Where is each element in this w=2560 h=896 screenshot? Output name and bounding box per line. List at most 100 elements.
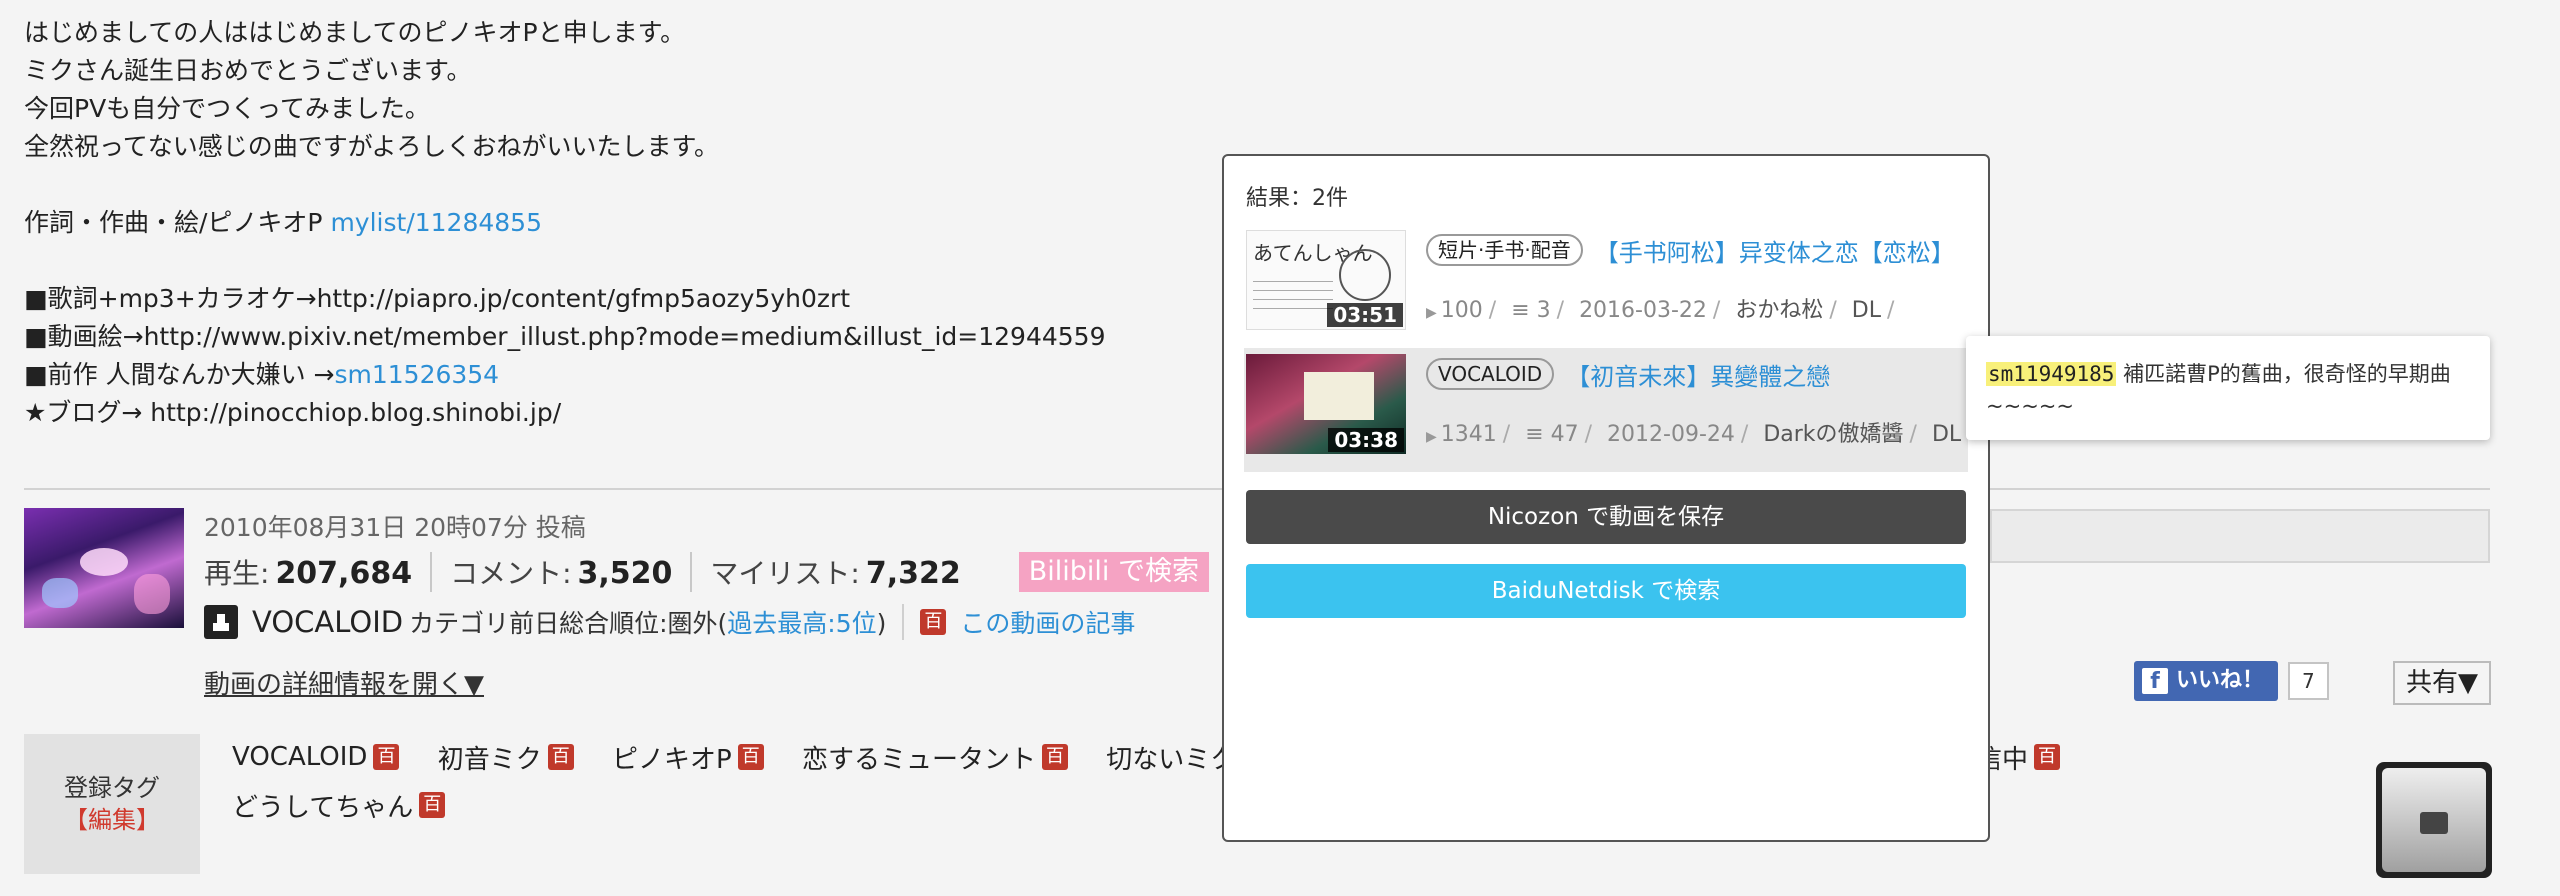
dictionary-icon[interactable]: 百 [920, 609, 947, 635]
play-icon: ▶ [1426, 429, 1437, 445]
duration-badge: 03:38 [1328, 428, 1404, 452]
dictionary-icon[interactable]: 百 [2034, 744, 2061, 770]
lyrics-line: ■歌詞+mp3+カラオケ→http://piapro.jp/content/gf… [24, 284, 851, 313]
tag-item[interactable]: 恋するミュータント百 [802, 736, 1068, 778]
result-category: VOCALOID [1426, 358, 1555, 390]
result-header: VOCALOID 【初音未來】異變體之戀 [1426, 354, 1966, 394]
tag-label[interactable]: 初音ミク [438, 739, 542, 776]
video-thumbnail[interactable] [24, 508, 184, 628]
description-line: ミクさん誕生日おめでとうございます。 [24, 56, 472, 85]
dictionary-icon[interactable]: 百 [737, 744, 764, 770]
dictionary-icon[interactable]: 百 [373, 744, 400, 770]
video-description: はじめましての人ははじめましてのピノキオPと申します。 ミクさん誕生日おめでとう… [24, 14, 1204, 432]
description-line: 全然祝ってない感じの曲ですがよろしくおねがいいたします。 [24, 132, 720, 161]
separator: / [1502, 422, 1511, 447]
baidu-search-button[interactable]: BaiduNetdisk で検索 [1246, 564, 1966, 618]
search-results-popup: 結果：2件 あてんしゃん 03:51 短片·手书·配音 【手书阿松】异变体之恋【… [1222, 154, 1990, 842]
tag-item[interactable]: 初音ミク百 [438, 736, 574, 778]
download-link[interactable]: DL [1852, 298, 1881, 323]
facebook-like-count: 7 [2288, 662, 2329, 700]
tag-item[interactable]: VOCALOID 百 [232, 736, 400, 778]
result-meta: ▶ 1341/ ≡ 47/ 2012-09-24/ Darkの傲嬌醬 / DL [1426, 416, 1966, 448]
separator: / [1740, 422, 1749, 447]
tag-label[interactable]: VOCALOID [232, 742, 367, 772]
duration-badge: 03:51 [1327, 303, 1403, 327]
tooltip-video-id: sm11949185 [1986, 362, 2117, 386]
play-icon: ▶ [1426, 305, 1437, 321]
tag-item[interactable]: 切ないミク [1106, 736, 1236, 778]
bilibili-search-button[interactable]: Bilibili で検索 [1018, 552, 1210, 592]
category-rank: カテゴリ前日総合順位:圏外(過去最高:5位) [409, 604, 886, 640]
result-item[interactable]: あてんしゃん 03:51 短片·手书·配音 【手书阿松】异变体之恋【恋松】 ▶ 1… [1246, 224, 1966, 348]
category-ranking-icon [204, 605, 238, 639]
facebook-like-button[interactable]: f いいね！ [2134, 661, 2279, 701]
edit-tags-button[interactable]: 【編集】 [24, 804, 200, 836]
separator: / [1909, 422, 1917, 447]
result-item[interactable]: 03:38 VOCALOID 【初音未來】異變體之戀 ▶ 1341/ ≡ 47/ … [1244, 348, 1968, 472]
tag-label[interactable]: ピノキオP [612, 739, 732, 776]
tag-item[interactable]: ピノキオP 百 [612, 736, 764, 778]
tv-button-face [2382, 768, 2486, 872]
dictionary-icon[interactable]: 百 [547, 744, 574, 770]
tags-label-text: 登録タグ [64, 774, 160, 802]
result-title-link[interactable]: 【手书阿松】异变体之恋【恋松】 [1595, 233, 1955, 268]
upload-date: 2012-09-24 [1607, 422, 1735, 447]
hidden-panel-bar [1990, 509, 2490, 563]
facebook-like-label: いいね！ [2176, 668, 2265, 693]
result-meta: ▶ 100/ ≡ 3/ 2016-03-22/ おかね松 / DL / [1426, 292, 1966, 324]
share-button[interactable]: 共有▼ [2393, 661, 2491, 705]
danmaku-count: ≡ 47 [1525, 422, 1579, 447]
best-rank-link[interactable]: 過去最高:5位 [727, 609, 876, 638]
comments-stat: コメント: 3,520 [430, 552, 690, 592]
uploader-name[interactable]: おかね松 [1735, 298, 1823, 323]
result-thumbnail[interactable]: あてんしゃん 03:51 [1246, 230, 1406, 330]
credits-line: 作詞・作曲・絵/ピノキオP mylist/11284855 [24, 204, 1204, 242]
details-toggle-link[interactable]: 動画の詳細情報を開く▼ [204, 664, 484, 701]
mylist-stat: マイリスト: 7,322 [690, 552, 978, 592]
category-name: VOCALOID [252, 605, 404, 639]
facebook-like-widget: f いいね！ 7 [2134, 661, 2329, 701]
separator: / [1556, 298, 1565, 323]
tag-label[interactable]: どうしてちゃん [232, 787, 413, 824]
download-link[interactable]: DL [1932, 422, 1961, 447]
result-title-link[interactable]: 【初音未來】異變體之戀 [1566, 357, 1830, 392]
illust-line: ■動画絵→http://www.pixiv.net/member_illust.… [24, 322, 1106, 351]
registered-tags-label: 登録タグ 【編集】 [24, 734, 200, 874]
posted-date: 2010年08月31日 20時07分 投稿 [204, 513, 586, 542]
rank-prefix: カテゴリ前日総合順位:圏外( [409, 609, 728, 638]
thumbnail-art [42, 578, 78, 608]
separator: / [1584, 422, 1593, 447]
previous-work-line: ■前作 人間なんか大嫌い →sm11526354 [24, 356, 1204, 394]
dictionary-icon[interactable]: 百 [419, 792, 446, 818]
result-thumbnail[interactable]: 03:38 [1246, 354, 1406, 454]
credits-text: 作詞・作曲・絵/ピノキオP [24, 208, 331, 237]
video-tooltip: sm11949185 補匹諾曹P的舊曲，很奇怪的早期曲~~~~~ [1966, 336, 2490, 440]
separator: / [1886, 298, 1895, 323]
description-line: はじめましての人ははじめましてのピノキオPと申します。 [24, 18, 686, 47]
dictionary-icon[interactable]: 百 [1041, 744, 1068, 770]
video-article-link[interactable]: この動画の記事 [960, 604, 1135, 640]
uploader-name[interactable]: Darkの傲嬌醬 [1763, 422, 1903, 447]
tag-item[interactable]: どうしてちゃん百 [232, 784, 446, 826]
thumbnail-art [80, 548, 128, 576]
mylist-label: マイリスト: [710, 557, 860, 590]
separator: / [1488, 298, 1497, 323]
comments-label: コメント: [450, 557, 572, 590]
danmaku-count: ≡ 3 [1511, 298, 1551, 323]
mylist-link[interactable]: mylist/11284855 [330, 208, 542, 237]
nicozon-save-button[interactable]: Nicozon で動画を保存 [1246, 490, 1966, 544]
tag-label[interactable]: 恋するミュータント [802, 739, 1036, 776]
tag-label[interactable]: 切ないミク [1106, 739, 1236, 776]
previous-video-link[interactable]: sm11526354 [334, 360, 499, 389]
divider [902, 604, 905, 640]
thumbnail-art [1253, 273, 1333, 309]
upload-date: 2016-03-22 [1579, 298, 1707, 323]
thumbnail-art [134, 574, 170, 614]
video-stats: 再生: 207,684 コメント: 3,520 マイリスト: 7,322 Bil… [204, 552, 1210, 592]
thumbnail-art [1339, 249, 1391, 301]
tv-mode-button[interactable] [2376, 762, 2492, 878]
tv-icon [2420, 812, 2448, 834]
rank-suffix: ) [876, 609, 887, 638]
